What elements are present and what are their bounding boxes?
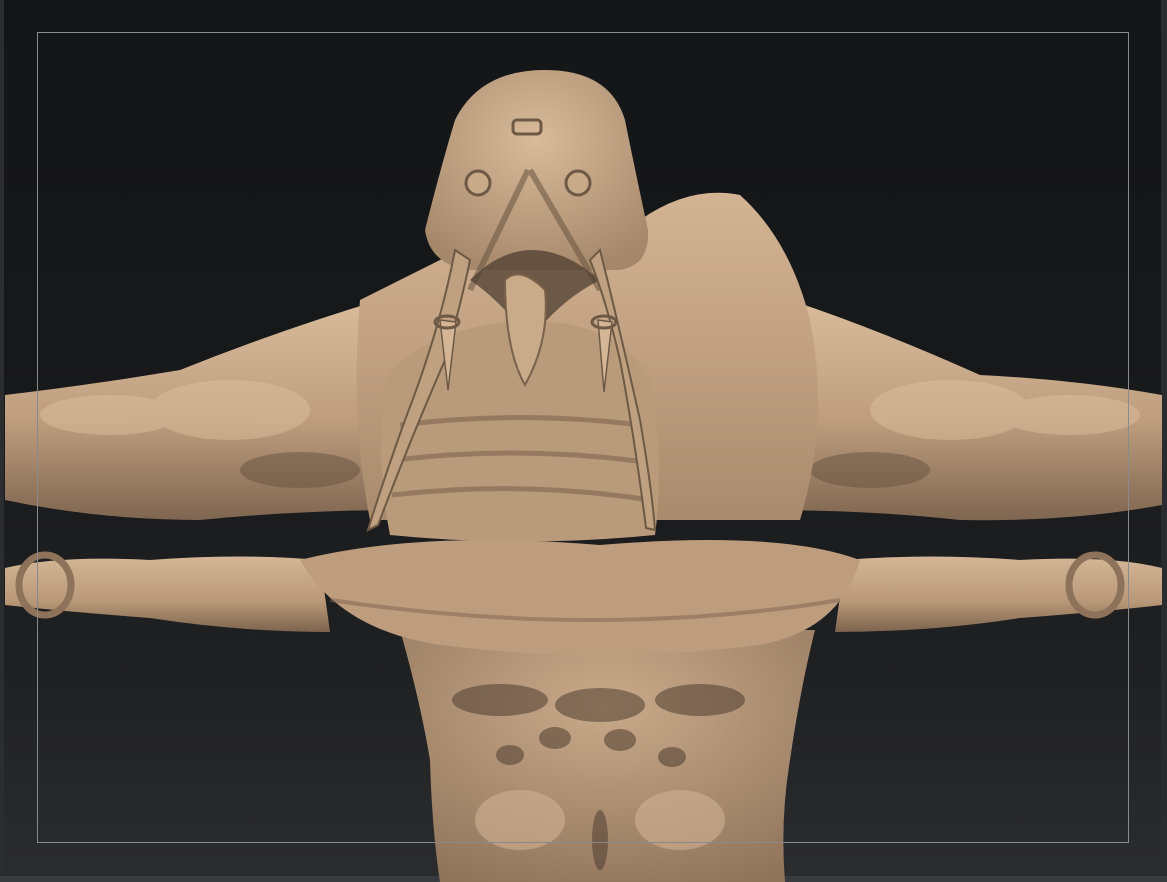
right-eye	[564, 169, 592, 197]
creature-head	[425, 70, 649, 270]
3d-viewport-canvas[interactable]	[0, 0, 1167, 882]
left-eye	[464, 169, 492, 197]
sculpted-creature-model[interactable]	[0, 0, 1167, 882]
lower-chest	[300, 540, 860, 655]
lower-left-arm	[5, 556, 330, 632]
